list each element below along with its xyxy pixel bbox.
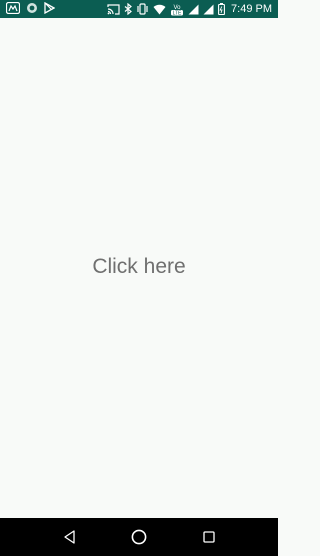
- home-icon[interactable]: [131, 529, 147, 545]
- main-content: Click here: [0, 18, 278, 518]
- navigation-bar: [0, 518, 278, 556]
- system-icons: Vo LTE 7:49 PM: [107, 2, 272, 16]
- wifi-icon: [153, 4, 166, 15]
- volte-icon: Vo LTE: [170, 3, 184, 16]
- vibrate-icon: [136, 3, 149, 15]
- status-bar: Vo LTE 7:49 PM: [0, 0, 278, 18]
- svg-text:LTE: LTE: [173, 10, 182, 15]
- battery-icon: [218, 3, 225, 15]
- recent-apps-icon[interactable]: [201, 529, 217, 545]
- play-store-icon: [44, 2, 55, 14]
- notification-icons: [6, 2, 55, 14]
- clock: 7:49 PM: [231, 3, 272, 15]
- signal-icon: [188, 4, 199, 15]
- bluetooth-icon: [124, 3, 132, 15]
- app-m-icon: [6, 2, 20, 14]
- back-icon[interactable]: [62, 529, 78, 545]
- click-here-text[interactable]: Click here: [0, 255, 278, 279]
- cast-icon: [107, 3, 120, 15]
- circle-app-icon: [26, 2, 38, 14]
- signal-icon: [203, 4, 214, 15]
